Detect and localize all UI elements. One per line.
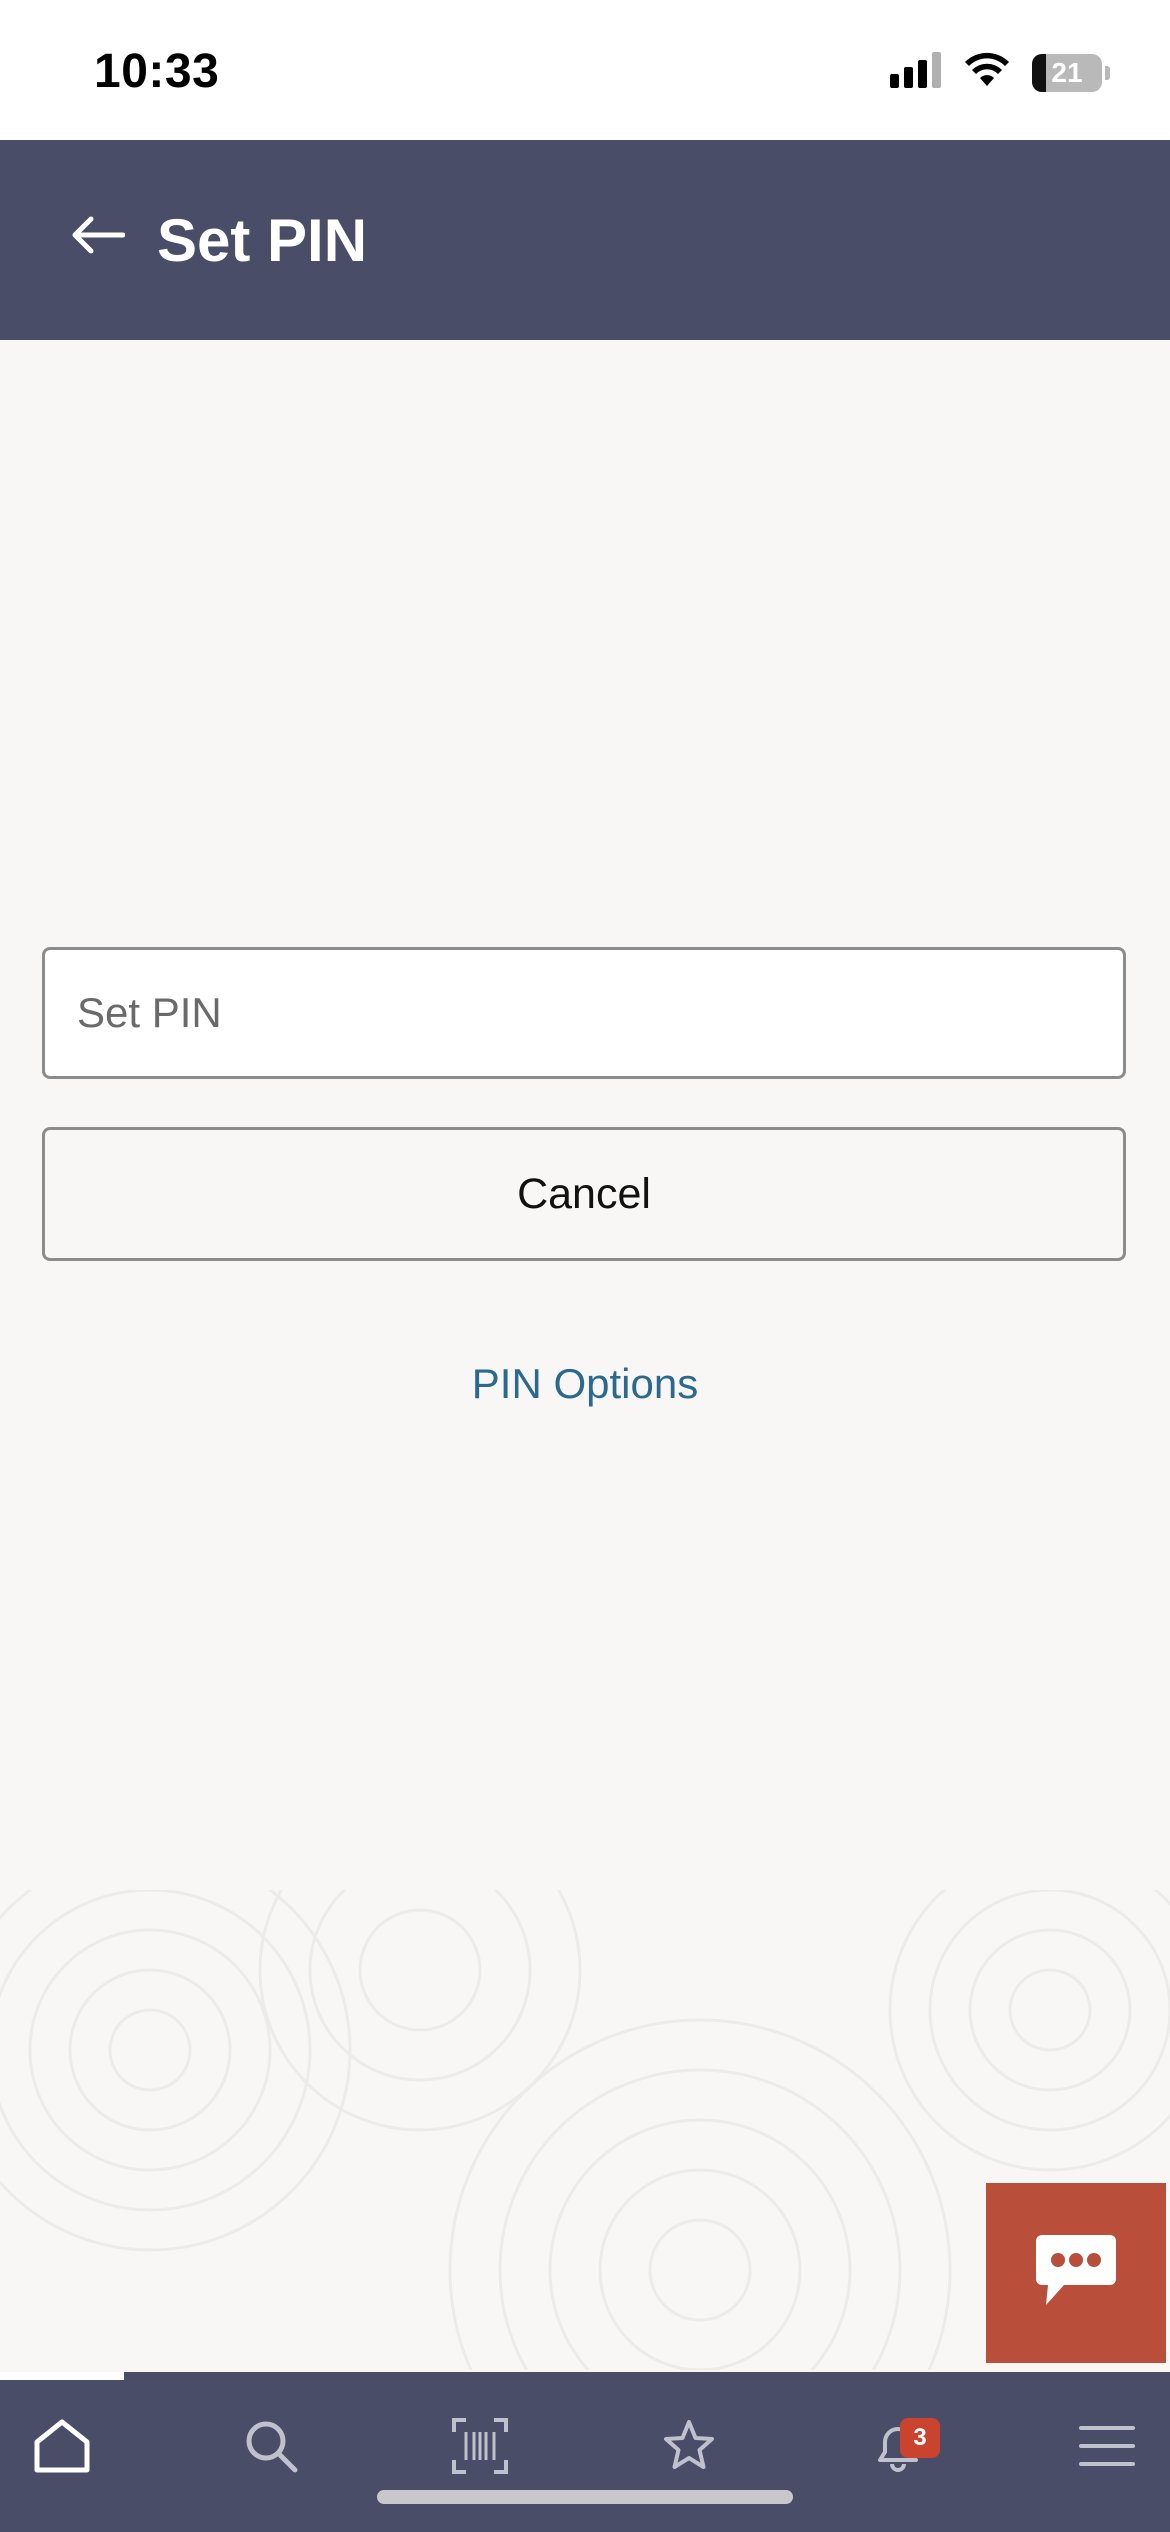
signal-icon (890, 52, 942, 93)
battery-icon: 21 (1032, 53, 1110, 92)
status-bar: 10:33 21 (0, 0, 1170, 140)
pin-options-link[interactable]: PIN Options (0, 1360, 1170, 1408)
page-title: Set PIN (157, 207, 368, 274)
menu-icon (1079, 2424, 1135, 2473)
set-pin-input[interactable] (42, 947, 1126, 1079)
battery-level: 21 (1051, 56, 1083, 88)
star-icon (661, 2418, 717, 2479)
home-icon (33, 2418, 91, 2479)
app-header: Set PIN (0, 140, 1170, 340)
home-indicator (377, 2490, 793, 2504)
back-button[interactable] (62, 202, 132, 272)
status-time: 10:33 (94, 45, 220, 98)
cancel-button[interactable]: Cancel (42, 1127, 1126, 1261)
nav-favorites[interactable] (649, 2408, 729, 2488)
chat-bubble-icon (1034, 2233, 1118, 2314)
wifi-icon (964, 52, 1010, 93)
barcode-scan-icon (452, 2417, 508, 2479)
arrow-left-icon (69, 215, 126, 260)
active-tab-indicator (0, 2372, 124, 2380)
chat-button[interactable] (986, 2183, 1166, 2363)
notification-badge: 3 (900, 2418, 940, 2458)
nav-search[interactable] (231, 2408, 311, 2488)
nav-home[interactable] (22, 2408, 102, 2488)
bottom-nav (0, 2372, 1170, 2532)
nav-scan[interactable] (440, 2408, 520, 2488)
nav-menu[interactable] (1067, 2408, 1147, 2488)
search-icon (243, 2418, 299, 2479)
status-icons: 21 (890, 52, 1110, 93)
